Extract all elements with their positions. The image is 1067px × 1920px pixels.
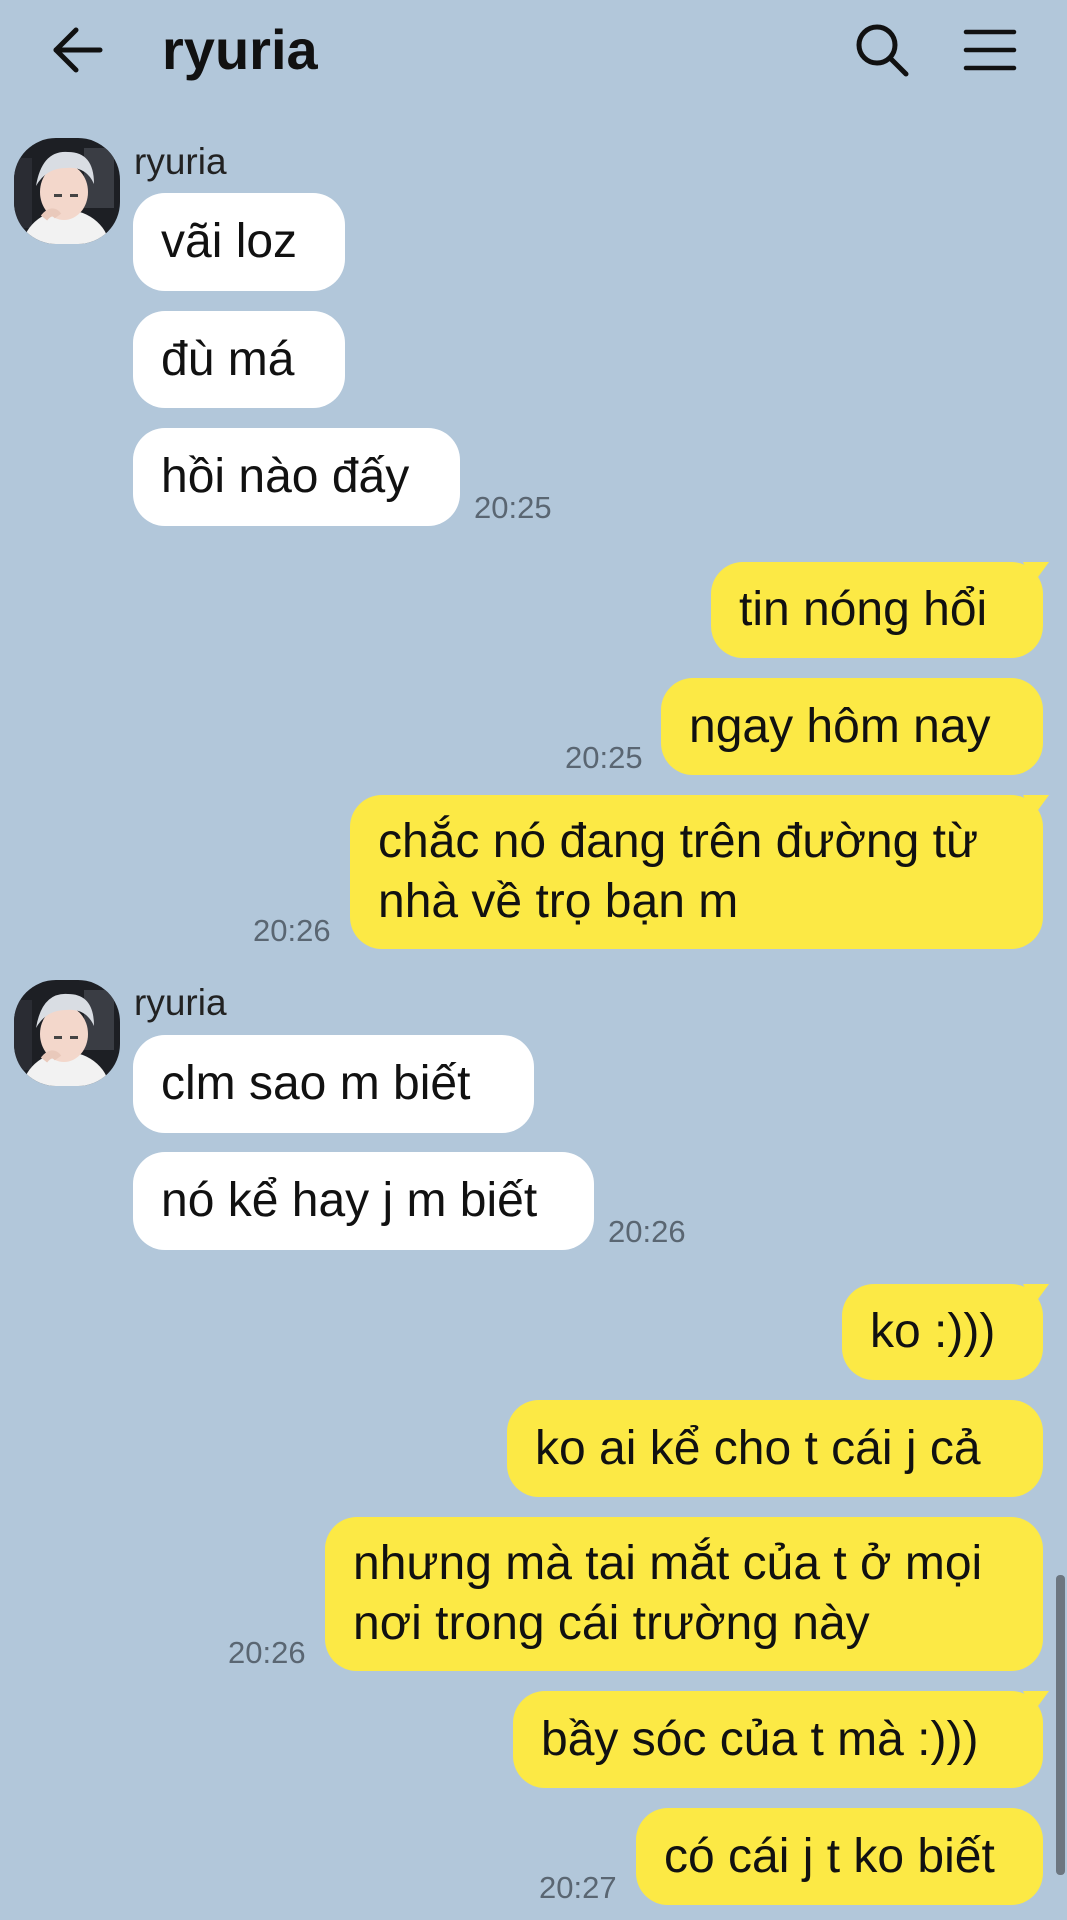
profile-photo-icon — [14, 980, 120, 1086]
timestamp: 20:26 — [228, 1635, 306, 1670]
message-text: chắc nó đang trên đường từ nhà về trọ bạ… — [378, 815, 979, 928]
message-text: tin nóng hổi — [739, 583, 988, 636]
message-bubble[interactable]: ngay hôm nay — [661, 678, 1043, 775]
message-text: nó kể hay j m biết — [161, 1174, 538, 1227]
message-text: có cái j t ko biết — [664, 1829, 995, 1883]
message-bubble[interactable]: có cái j t ko biết — [636, 1808, 1043, 1905]
sender-name: ryuria — [134, 982, 227, 1023]
message-bubble[interactable]: chắc nó đang trên đường từ nhà về trọ bạ… — [350, 795, 1049, 949]
avatar[interactable] — [14, 138, 120, 244]
message-text: ngay hôm nay — [689, 699, 991, 753]
message-text: hồi nào đấy — [161, 450, 410, 503]
search-icon — [856, 24, 909, 77]
message-bubble[interactable]: ko :))) — [842, 1284, 1049, 1380]
chat-header: ryuria — [0, 0, 1067, 110]
message-text: bầy sóc của t mà :))) — [541, 1712, 979, 1766]
message-text: ko :))) — [870, 1305, 996, 1358]
message-text: clm sao m biết — [161, 1057, 471, 1110]
timestamp: 20:27 — [539, 1870, 617, 1905]
scrollbar[interactable] — [1056, 1575, 1065, 1875]
message-bubble[interactable]: ko ai kể cho t cái j cả — [507, 1400, 1043, 1497]
back-button[interactable] — [48, 22, 108, 78]
message-bubble[interactable]: tin nóng hổi — [711, 562, 1049, 658]
message-bubble[interactable]: clm sao m biết — [133, 1035, 534, 1133]
message-bubble[interactable]: bầy sóc của t mà :))) — [513, 1691, 1049, 1788]
bubble-tail-icon — [1023, 562, 1049, 584]
message-bubble[interactable]: nó kể hay j m biết — [133, 1152, 594, 1250]
arrow-left-icon — [53, 27, 103, 73]
message-bubble[interactable]: hồi nào đấy — [133, 428, 460, 526]
message-text: vãi loz — [161, 215, 298, 268]
timestamp: 20:25 — [565, 740, 643, 775]
message-bubble[interactable]: đù má — [133, 311, 345, 408]
bubble-tail-icon — [1023, 1284, 1049, 1306]
timestamp: 20:26 — [253, 913, 331, 948]
message-text: nhưng mà tai mắt của t ở mọi nơi trong c… — [353, 1537, 983, 1650]
timestamp: 20:26 — [608, 1214, 686, 1249]
bubble-tail-icon — [1023, 795, 1049, 817]
sender-name: ryuria — [134, 141, 227, 182]
message-bubble[interactable]: nhưng mà tai mắt của t ở mọi nơi trong c… — [325, 1517, 1043, 1671]
avatar[interactable] — [14, 980, 120, 1086]
profile-photo-icon — [14, 138, 120, 244]
timestamp: 20:25 — [474, 490, 552, 525]
chat-title: ryuria — [162, 18, 318, 81]
bubble-tail-icon — [1023, 1691, 1049, 1713]
menu-button[interactable] — [960, 22, 1020, 78]
message-text: đù má — [161, 332, 295, 386]
message-text: ko ai kể cho t cái j cả — [535, 1421, 981, 1475]
search-button[interactable] — [852, 20, 912, 80]
hamburger-menu-icon — [963, 29, 1017, 71]
message-bubble[interactable]: vãi loz — [133, 193, 345, 291]
